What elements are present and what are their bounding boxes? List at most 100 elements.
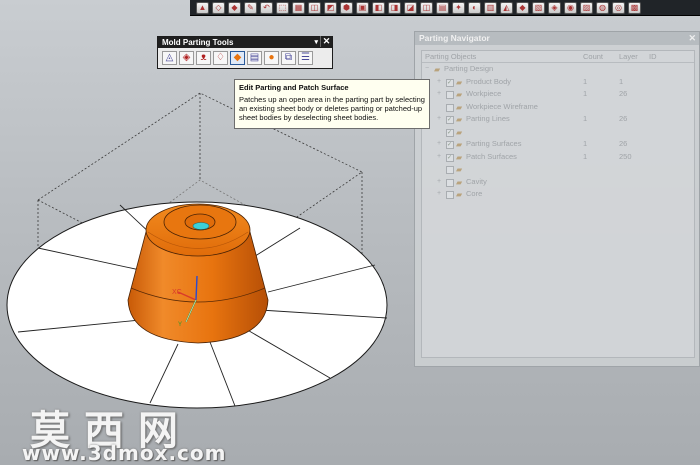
parting-navigator-panel[interactable]: Parting Navigator ✕ Parting Objects Coun… xyxy=(414,31,700,367)
visibility-checkbox[interactable] xyxy=(446,77,454,89)
tree-row-label: Parting Lines xyxy=(466,114,510,123)
toolbar-button[interactable]: ▥ xyxy=(484,1,497,14)
tree-row-layer xyxy=(616,126,646,139)
tree-row-count: 1 xyxy=(583,89,588,98)
toolbar-button[interactable]: ◎ xyxy=(612,1,625,14)
tree-row[interactable]: ▰ Workpiece Wireframe xyxy=(422,101,694,114)
toolbar-button[interactable]: ◆ xyxy=(228,1,241,14)
navigator-titlebar[interactable]: Parting Navigator ✕ xyxy=(415,32,699,45)
toolbar-button[interactable]: ↶ xyxy=(260,1,273,14)
toolbar-button[interactable]: ▣ xyxy=(356,1,369,14)
toolbar-button[interactable]: ◪ xyxy=(404,1,417,14)
toolbar-button[interactable]: ◨ xyxy=(388,1,401,14)
toolbar-button[interactable]: ◧ xyxy=(372,1,385,14)
toolbar-button[interactable]: ◉ xyxy=(564,1,577,14)
tree-row-layer xyxy=(616,188,646,201)
visibility-checkbox[interactable] xyxy=(446,103,454,112)
expand-toggle-icon[interactable]: + xyxy=(437,88,441,101)
tree-row[interactable]: + ▰ Core xyxy=(422,188,694,201)
mold-tools-title: Mold Parting Tools xyxy=(162,38,234,47)
mold-design-validation-icon[interactable]: ◈ xyxy=(179,51,194,65)
expand-toggle-icon[interactable]: + xyxy=(437,113,441,126)
toolbar-button[interactable]: ✦ xyxy=(452,1,465,14)
tree-row-count: 1 xyxy=(583,114,588,123)
column-header-count[interactable]: Count xyxy=(580,51,616,62)
toolbar-button[interactable]: ◐ xyxy=(468,1,481,14)
backup-parting-patch-icon[interactable]: ☰ xyxy=(298,51,313,65)
parting-check-icon[interactable]: ᴥ xyxy=(196,51,211,65)
tree-row[interactable]: +▰Parting Surfaces126 xyxy=(422,138,694,152)
visibility-checkbox[interactable] xyxy=(446,114,454,127)
tree-row[interactable]: − ▰ Parting Design xyxy=(422,63,694,76)
chevron-down-icon[interactable]: ▾ xyxy=(314,37,318,48)
column-header-layer[interactable]: Layer xyxy=(616,51,646,62)
expand-toggle-icon[interactable]: + xyxy=(437,151,441,164)
toolbar-button[interactable]: ▨ xyxy=(580,1,593,14)
tree-row-label: Core xyxy=(466,189,483,198)
toolbar-button[interactable]: ⬢ xyxy=(340,1,353,14)
toolbar-button[interactable]: ◇ xyxy=(212,1,225,14)
tree-row-layer xyxy=(616,163,646,176)
tree-row[interactable]: + ▰ Cavity xyxy=(422,176,694,189)
toolbar-button[interactable]: ◫ xyxy=(308,1,321,14)
tree-row-count: 1 xyxy=(583,151,588,161)
navigator-tree[interactable]: Parting Objects Count Layer ID − ▰ Parting… xyxy=(421,50,695,358)
visibility-checkbox[interactable] xyxy=(446,191,454,199)
toolbar-button[interactable]: ◫ xyxy=(420,1,433,14)
mold-parting-tools-toolbar[interactable]: Mold Parting Tools ▾ ✕ ◬ ◈ ᴥ ♢ ◆ ▤ ● ⧉ ☰ xyxy=(157,36,333,69)
toolbar-button[interactable]: ◩ xyxy=(324,1,337,14)
toolbar-button[interactable]: ▤ xyxy=(436,1,449,14)
tree-row[interactable]: +▰Parting Lines126 xyxy=(422,113,694,127)
toolbar-button[interactable]: ▧ xyxy=(532,1,545,14)
toolbar-button[interactable]: ⬚ xyxy=(276,1,289,14)
tree-row[interactable]: ▰ xyxy=(422,163,694,176)
toolbar-button[interactable]: ▦ xyxy=(292,1,305,14)
design-parting-surface-icon[interactable]: ▤ xyxy=(247,51,262,65)
edit-parting-patch-surface-icon[interactable]: ◆ xyxy=(230,51,245,65)
toolbar-button[interactable]: ▲ xyxy=(196,1,209,14)
visibility-checkbox[interactable] xyxy=(446,127,454,139)
tree-row-layer xyxy=(616,101,646,114)
close-icon[interactable]: ✕ xyxy=(320,36,332,47)
define-region-icon[interactable]: ♢ xyxy=(213,51,228,65)
tree-row-label: Patch Surfaces xyxy=(466,151,517,161)
expand-toggle-icon[interactable]: + xyxy=(437,176,441,189)
tree-row[interactable]: + ▰ Workpiece 1 26 xyxy=(422,88,694,101)
toolbar-button[interactable]: ✎ xyxy=(244,1,257,14)
toolbar-button[interactable]: ◆ xyxy=(516,1,529,14)
column-header-objects[interactable]: Parting Objects xyxy=(422,51,580,62)
visibility-checkbox[interactable] xyxy=(446,178,454,187)
visibility-checkbox[interactable] xyxy=(446,152,454,164)
region-analysis-icon[interactable]: ◬ xyxy=(162,51,177,65)
visibility-checkbox[interactable] xyxy=(446,91,454,99)
visibility-checkbox[interactable] xyxy=(446,166,454,174)
column-header-id[interactable]: ID xyxy=(646,51,676,62)
expand-toggle-icon[interactable]: + xyxy=(437,138,441,151)
expand-toggle-icon[interactable]: − xyxy=(425,63,429,76)
tree-row-layer xyxy=(616,176,646,189)
tree-row[interactable]: ▰ xyxy=(422,126,694,139)
define-cavity-core-icon[interactable]: ● xyxy=(264,51,279,65)
tree-row-count xyxy=(580,176,616,189)
expand-toggle-icon[interactable]: + xyxy=(437,76,441,89)
expand-toggle-icon[interactable]: + xyxy=(437,188,441,201)
tree-row-count xyxy=(580,101,616,114)
visibility-checkbox[interactable] xyxy=(446,139,454,152)
swap-model-icon[interactable]: ⧉ xyxy=(281,51,296,65)
mold-tools-titlebar[interactable]: Mold Parting Tools ▾ ✕ xyxy=(158,36,332,48)
svg-text:XC: XC xyxy=(172,289,182,296)
object-type-icon: ▰ xyxy=(456,190,463,199)
graphics-viewport[interactable]: XC Y ▲ ◇ ◆ ✎ ↶ ⬚ ▦ ◫ ◩ ⬢ ▣ ◧ ◨ ◪ ◫ ▤ ✦ ◐ ▥ ◭ ◆ ▧ ◈ ◉ ▨ ◍ ◎ ▩ Mold P… xyxy=(0,0,700,465)
main-toolbar: ▲ ◇ ◆ ✎ ↶ ⬚ ▦ ◫ ◩ ⬢ ▣ ◧ ◨ ◪ ◫ ▤ ✦ ◐ ▥ ◭ ◆ ▧ ◈ ◉ ▨ ◍ ◎ ▩ xyxy=(190,0,700,16)
navigator-header: Parting Objects Count Layer ID xyxy=(422,51,694,63)
tree-row[interactable]: +▰Patch Surfaces1250 xyxy=(422,151,694,165)
close-icon[interactable]: ✕ xyxy=(688,32,696,45)
toolbar-button[interactable]: ▩ xyxy=(628,1,641,14)
toolbar-button[interactable]: ◈ xyxy=(548,1,561,14)
toolbar-button[interactable]: ◍ xyxy=(596,1,609,14)
product-body[interactable] xyxy=(127,203,269,344)
tree-row-count xyxy=(580,63,616,76)
tree-row[interactable]: +▰Product Body11 xyxy=(422,76,694,90)
toolbar-button[interactable]: ◭ xyxy=(500,1,513,14)
tooltip-body: Patches up an open area in the parting p… xyxy=(239,95,425,122)
